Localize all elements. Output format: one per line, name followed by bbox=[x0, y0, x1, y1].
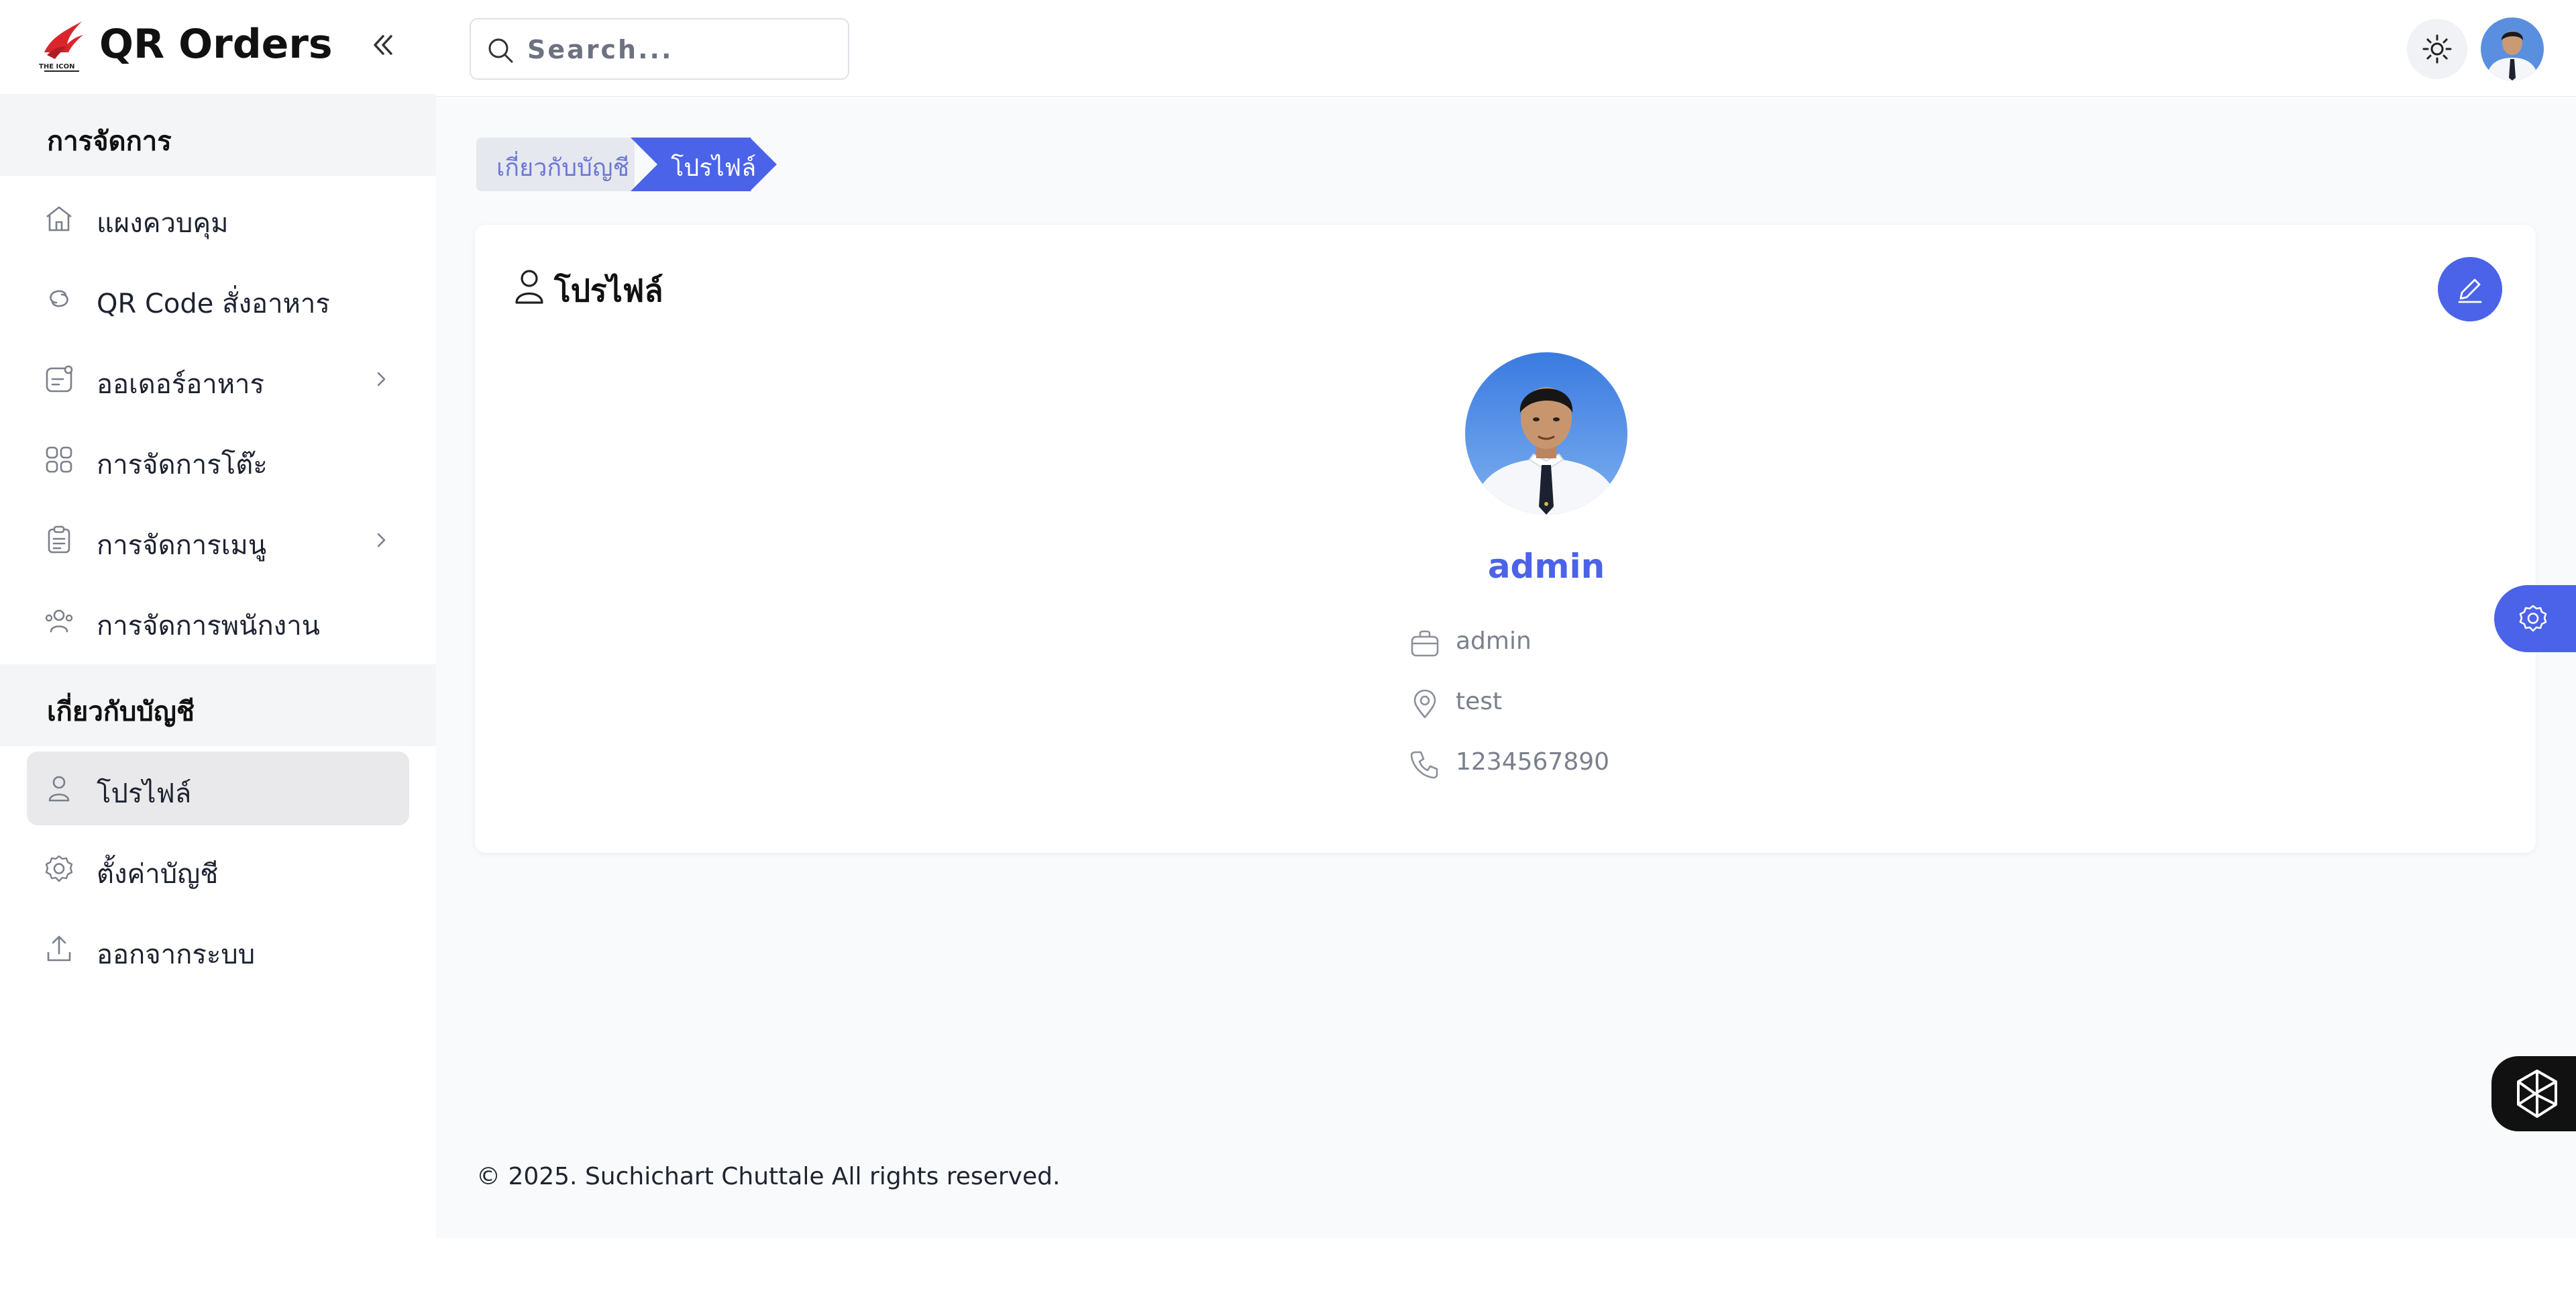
brand-header: THE ICON QR Orders bbox=[0, 0, 436, 94]
sidebar-item-dashboard[interactable]: แผงควบคุม bbox=[27, 181, 409, 255]
sidebar-item-label: โปรไฟล์ bbox=[97, 778, 192, 809]
clipboard-icon bbox=[48, 525, 70, 554]
sidebar: THE ICON QR Orders การจัดการ แผงควบคุม Q… bbox=[0, 0, 436, 1238]
logout-icon bbox=[47, 935, 71, 962]
phone-icon bbox=[1410, 751, 1438, 779]
grid-icon bbox=[46, 446, 72, 473]
pencil-icon bbox=[2458, 278, 2482, 303]
profile-name: admin bbox=[1487, 547, 1605, 586]
section-title: เกี่ยวกับบัญชี bbox=[47, 696, 195, 727]
app-title: QR Orders bbox=[99, 21, 333, 68]
chevron-right-icon bbox=[377, 372, 386, 386]
sidebar-item-staff[interactable]: การจัดการพนักงาน bbox=[27, 584, 409, 658]
breadcrumb-account[interactable]: เกี่ยวกับบัญชี bbox=[476, 138, 635, 191]
order-icon bbox=[46, 365, 73, 393]
sidebar-item-label: แผงควบคุม bbox=[97, 208, 229, 239]
sidebar-item-label: การจัดการโต๊ะ bbox=[97, 450, 268, 480]
breadcrumb-profile: โปรไฟล์ bbox=[631, 138, 778, 191]
sidebar-item-profile[interactable]: โปรไฟล์ bbox=[27, 752, 409, 825]
users-icon bbox=[45, 609, 73, 633]
profile-location: test bbox=[1456, 688, 1503, 715]
link-icon bbox=[50, 290, 68, 307]
chevron-right-icon bbox=[377, 533, 386, 548]
sidebar-item-qr-code[interactable]: QR Code สั่งอาหาร bbox=[27, 262, 409, 335]
sidebar-item-tables[interactable]: การจัดการโต๊ะ bbox=[27, 423, 409, 497]
top-bar bbox=[436, 0, 2576, 97]
home-icon bbox=[46, 206, 72, 231]
sidebar-item-label: การจัดการเมนู bbox=[97, 530, 267, 561]
avatar-portrait bbox=[2481, 17, 2544, 81]
sidebar-item-label: ออกจากระบบ bbox=[97, 939, 256, 970]
floating-assistant-button[interactable] bbox=[2491, 1056, 2576, 1131]
sun-icon bbox=[2422, 34, 2452, 64]
search-icon bbox=[488, 38, 513, 63]
section-account: เกี่ยวกับบัญชี bbox=[0, 664, 436, 746]
footer-copyright: © 2025. Suchichart Chuttale All rights r… bbox=[476, 1163, 1061, 1190]
sidebar-item-label: ตั้งค่าบัญชี bbox=[97, 859, 219, 890]
edit-profile-button[interactable] bbox=[2438, 257, 2502, 321]
sidebar-item-label: การจัดการพนักงาน bbox=[97, 611, 321, 641]
profile-phone: 1234567890 bbox=[1456, 748, 1610, 776]
user-icon bbox=[48, 776, 70, 802]
ai-assistant-icon bbox=[2517, 1070, 2557, 1118]
sidebar-item-orders[interactable]: ออเดอร์อาหาร bbox=[27, 342, 409, 416]
double-chevron-left-icon[interactable] bbox=[366, 28, 399, 62]
section-management: การจัดการ bbox=[0, 94, 436, 176]
profile-role: admin bbox=[1456, 627, 1532, 655]
main-content: เกี่ยวกับบัญชี โปรไฟล์ โปรไฟล์ admin adm… bbox=[436, 99, 2576, 1238]
phoenix-logo-icon: THE ICON bbox=[39, 21, 83, 72]
page-bottom-strip bbox=[0, 1238, 2576, 1291]
svg-text:THE ICON: THE ICON bbox=[39, 63, 74, 70]
breadcrumb-label: เกี่ยวกับบัญชี bbox=[496, 154, 630, 182]
user-icon bbox=[515, 270, 543, 304]
breadcrumb-label: โปรไฟล์ bbox=[671, 154, 757, 182]
sidebar-item-menu[interactable]: การจัดการเมนู bbox=[27, 503, 409, 577]
gear-icon bbox=[2519, 605, 2547, 632]
profile-portrait bbox=[1465, 352, 1627, 515]
search-input[interactable] bbox=[527, 33, 836, 66]
user-avatar[interactable] bbox=[2481, 17, 2544, 81]
sidebar-item-account-settings[interactable]: ตั้งค่าบัญชี bbox=[27, 832, 409, 906]
card-title: โปรไฟล์ bbox=[554, 272, 663, 309]
sidebar-item-label: QR Code สั่งอาหาร bbox=[97, 289, 330, 319]
theme-toggle-button[interactable] bbox=[2407, 19, 2467, 79]
briefcase-icon bbox=[1411, 630, 1439, 657]
section-title: การจัดการ bbox=[47, 126, 172, 157]
sidebar-item-logout[interactable]: ออกจากระบบ bbox=[27, 913, 409, 986]
search-box[interactable] bbox=[470, 18, 849, 80]
profile-card: โปรไฟล์ admin admin test 1234567890 bbox=[475, 225, 2536, 853]
location-pin-icon bbox=[1413, 689, 1436, 719]
gear-icon bbox=[45, 855, 73, 882]
profile-photo bbox=[1465, 352, 1627, 515]
floating-settings-button[interactable] bbox=[2494, 585, 2576, 652]
sidebar-item-label: ออเดอร์อาหาร bbox=[97, 369, 264, 400]
